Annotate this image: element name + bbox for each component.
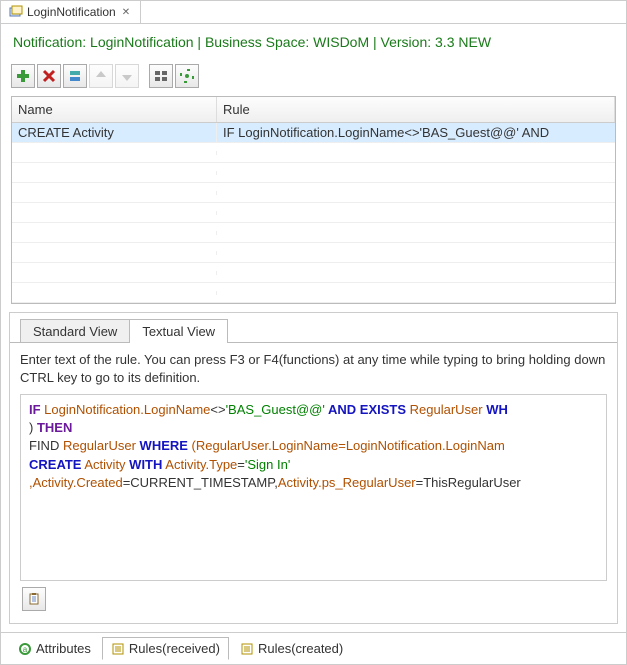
textual-view-content: Enter text of the rule. You can press F3… bbox=[10, 342, 617, 623]
add-button[interactable] bbox=[11, 64, 35, 88]
table-row[interactable]: CREATE Activity IF LoginNotification.Log… bbox=[12, 123, 615, 143]
tab-rules-received[interactable]: Rules(received) bbox=[102, 637, 229, 660]
editor-tab-login-notification[interactable]: LoginNotification ✕ bbox=[1, 1, 141, 23]
header-info: Notification: LoginNotification | Busine… bbox=[1, 24, 626, 60]
column-header-rule[interactable]: Rule bbox=[217, 97, 615, 122]
rule-editor-pane: Standard View Textual View Enter text of… bbox=[9, 312, 618, 624]
delete-button[interactable] bbox=[37, 64, 61, 88]
table-row-empty bbox=[12, 223, 615, 243]
tab-textual-view[interactable]: Textual View bbox=[129, 319, 228, 343]
table-header: Name Rule bbox=[12, 97, 615, 123]
rules-table: Name Rule CREATE Activity IF LoginNotifi… bbox=[11, 96, 616, 304]
rule-text-editor[interactable]: IF LoginNotification.LoginName<>'BAS_Gue… bbox=[20, 394, 607, 581]
table-row-empty bbox=[12, 183, 615, 203]
rules-icon bbox=[240, 642, 254, 656]
svg-text:a: a bbox=[23, 645, 28, 654]
editor-footer-toolbar bbox=[20, 581, 607, 615]
cell-rule: IF LoginNotification.LoginName<>'BAS_Gue… bbox=[217, 123, 615, 142]
tab-label: Attributes bbox=[36, 641, 91, 656]
run-button[interactable] bbox=[175, 64, 199, 88]
rules-icon bbox=[111, 642, 125, 656]
cell-name: CREATE Activity bbox=[12, 123, 217, 142]
move-down-button bbox=[115, 64, 139, 88]
column-header-name[interactable]: Name bbox=[12, 97, 217, 122]
browse-button[interactable] bbox=[149, 64, 173, 88]
editor-tabbar: LoginNotification ✕ bbox=[1, 1, 626, 24]
reorder-button[interactable] bbox=[63, 64, 87, 88]
move-up-button bbox=[89, 64, 113, 88]
table-row-empty bbox=[12, 203, 615, 223]
hint-text: Enter text of the rule. You can press F3… bbox=[20, 351, 607, 386]
table-row-empty bbox=[12, 163, 615, 183]
table-row-empty bbox=[12, 243, 615, 263]
tab-label: Rules(created) bbox=[258, 641, 343, 656]
editor-tab-label: LoginNotification bbox=[27, 5, 116, 19]
table-row-empty bbox=[12, 263, 615, 283]
close-tab-icon[interactable]: ✕ bbox=[120, 7, 132, 18]
tab-label: Rules(received) bbox=[129, 641, 220, 656]
attributes-icon: a bbox=[18, 642, 32, 656]
toolbar bbox=[1, 60, 626, 92]
table-row-empty bbox=[12, 143, 615, 163]
table-row-empty bbox=[12, 283, 615, 303]
tab-standard-view[interactable]: Standard View bbox=[20, 319, 130, 343]
tab-attributes[interactable]: a Attributes bbox=[9, 637, 100, 660]
tab-rules-created[interactable]: Rules(created) bbox=[231, 637, 352, 660]
view-tabs: Standard View Textual View bbox=[20, 319, 617, 343]
notification-icon bbox=[9, 5, 23, 19]
bottom-tabs: a Attributes Rules(received) Rules(creat… bbox=[1, 632, 626, 664]
paste-button[interactable] bbox=[22, 587, 46, 611]
